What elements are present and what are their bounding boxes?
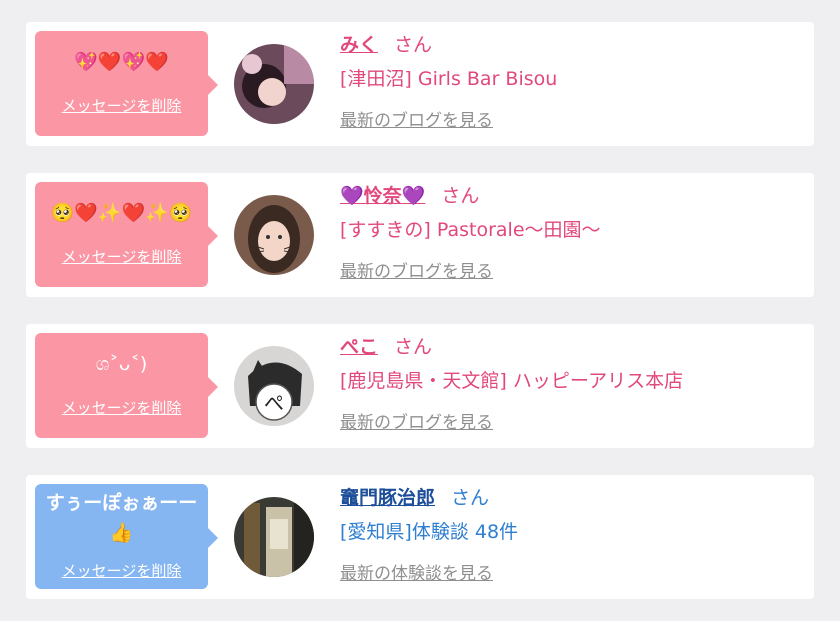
message-bubble: すぅーぽぉぁーー 👍 メッセージを削除 bbox=[35, 484, 218, 589]
message-list: 💖❤️💖❤️ メッセージを削除 みく さん [津田沼] Girls Bar Bis… bbox=[0, 0, 840, 621]
message-bubble: 🥺❤️✨❤️✨🥺 メッセージを削除 bbox=[35, 182, 218, 287]
latest-review-link[interactable]: 最新の体験談を見る bbox=[340, 559, 804, 584]
store-label: [鹿児島県・天文館] ハッピーアリス本店 bbox=[340, 370, 684, 392]
latest-blog-link[interactable]: 最新のブログを見る bbox=[340, 408, 804, 433]
message-card: すぅーぽぉぁーー 👍 メッセージを削除 竈門豚治郎 さん [愛知県]体験談 48件… bbox=[26, 475, 814, 599]
avatar[interactable] bbox=[234, 195, 314, 275]
message-card: ශ˃ᴗ˂) メッセージを削除 ぺ ぺこ さん [鹿児島県・天文館] ハッピーアリス… bbox=[26, 324, 814, 448]
latest-blog-link[interactable]: 最新のブログを見る bbox=[340, 257, 804, 282]
message-text: 💖❤️💖❤️ bbox=[74, 51, 169, 73]
honorific: さん bbox=[394, 34, 433, 56]
message-text: 🥺❤️✨❤️✨🥺 bbox=[50, 202, 193, 224]
sender-info: 💜怜奈💜 さん [すすきの] Pastorale〜田園〜 最新のブログを見る bbox=[340, 181, 804, 282]
delete-message-link[interactable]: メッセージを削除 bbox=[35, 246, 208, 267]
message-text: ශ˃ᴗ˂) bbox=[95, 353, 148, 375]
latest-blog-link[interactable]: 最新のブログを見る bbox=[340, 106, 804, 131]
store-label: [愛知県]体験談 48件 bbox=[340, 521, 519, 543]
avatar-photo bbox=[234, 195, 314, 275]
avatar-photo: ぺ bbox=[234, 346, 314, 426]
avatar-photo bbox=[234, 497, 314, 577]
sender-name-link[interactable]: みく bbox=[340, 34, 378, 56]
honorific: さん bbox=[441, 185, 480, 207]
avatar[interactable]: ぺ bbox=[234, 346, 314, 426]
message-bubble: ශ˃ᴗ˂) メッセージを削除 bbox=[35, 333, 218, 438]
message-card: 💖❤️💖❤️ メッセージを削除 みく さん [津田沼] Girls Bar Bis… bbox=[26, 22, 814, 146]
delete-message-link[interactable]: メッセージを削除 bbox=[35, 397, 208, 418]
message-card: 🥺❤️✨❤️✨🥺 メッセージを削除 💜怜奈💜 さん [すすきの] Pastoral… bbox=[26, 173, 814, 297]
sender-info: みく さん [津田沼] Girls Bar Bisou 最新のブログを見る bbox=[340, 30, 804, 131]
honorific: さん bbox=[451, 487, 490, 509]
message-text: すぅーぽぉぁーー 👍 bbox=[45, 492, 198, 544]
delete-message-link[interactable]: メッセージを削除 bbox=[35, 560, 208, 581]
store-label: [津田沼] Girls Bar Bisou bbox=[340, 68, 558, 90]
sender-name-link[interactable]: 💜怜奈💜 bbox=[340, 185, 425, 207]
sender-name-link[interactable]: ぺこ bbox=[340, 336, 378, 358]
message-bubble: 💖❤️💖❤️ メッセージを削除 bbox=[35, 31, 218, 136]
delete-message-link[interactable]: メッセージを削除 bbox=[35, 95, 208, 116]
avatar-photo bbox=[234, 44, 314, 124]
sender-info: ぺこ さん [鹿児島県・天文館] ハッピーアリス本店 最新のブログを見る bbox=[340, 332, 804, 433]
svg-text:ぺ: ぺ bbox=[264, 391, 284, 415]
avatar[interactable] bbox=[234, 497, 314, 577]
sender-info: 竈門豚治郎 さん [愛知県]体験談 48件 最新の体験談を見る bbox=[340, 483, 804, 584]
avatar[interactable] bbox=[234, 44, 314, 124]
sender-name-link[interactable]: 竈門豚治郎 bbox=[340, 487, 435, 509]
honorific: さん bbox=[394, 336, 433, 358]
store-label: [すすきの] Pastorale〜田園〜 bbox=[340, 219, 601, 241]
